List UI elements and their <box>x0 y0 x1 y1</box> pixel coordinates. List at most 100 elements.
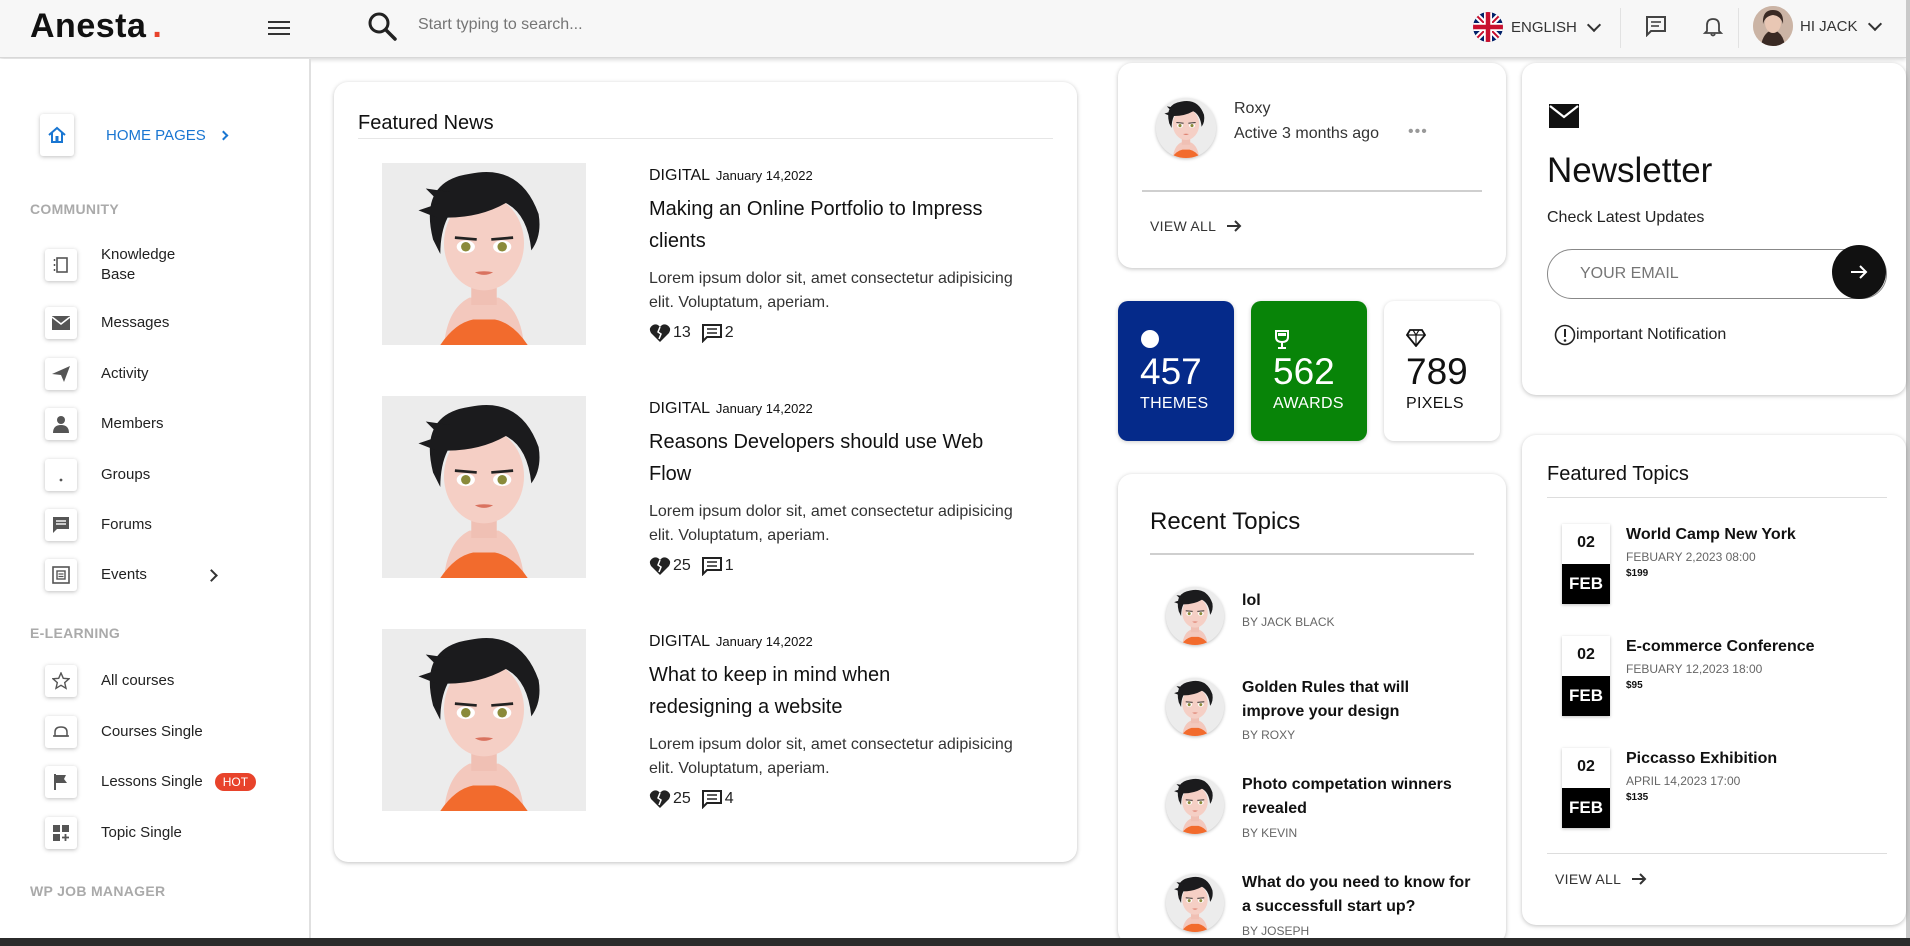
sidebar-item-courses-single[interactable]: Courses Single <box>45 716 295 748</box>
event-date-badge: 02 FEB <box>1562 524 1610 604</box>
person-icon <box>45 408 77 440</box>
newsletter-subtitle: Check Latest Updates <box>1547 209 1705 226</box>
groups-icon <box>45 459 77 491</box>
event-item[interactable]: 02 FEB Piccasso Exhibition APRIL 14,2023… <box>1562 748 1882 828</box>
view-all-topics-link[interactable]: VIEW ALL <box>1555 871 1647 887</box>
sidebar-item-lessons-single[interactable]: Lessons Single HOT <box>45 766 295 798</box>
stat-label: THEMES <box>1140 395 1209 412</box>
news-date: January 14,2022 <box>715 168 813 183</box>
news-category: DIGITAL <box>649 400 710 417</box>
hot-badge: HOT <box>214 773 257 791</box>
news-item[interactable]: DIGITAL January 14,2022 What to keep in … <box>382 629 1042 814</box>
top-bar: Anesta. ENGLISH HI JACK <box>0 0 1906 58</box>
stat-value: 562 <box>1273 351 1335 392</box>
topic-title[interactable]: lol <box>1242 589 1472 613</box>
more-options-icon[interactable]: ••• <box>1408 123 1428 141</box>
sidebar-item-activity[interactable]: Activity <box>45 358 295 390</box>
stat-value: 789 <box>1406 351 1468 392</box>
news-item[interactable]: DIGITAL January 14,2022 Reasons Develope… <box>382 396 1042 581</box>
chat-icon[interactable] <box>1645 15 1667 38</box>
subscribe-button[interactable] <box>1832 245 1886 299</box>
sidebar-item-label: Messages <box>101 314 170 331</box>
event-month: FEB <box>1562 676 1610 716</box>
stat-label: AWARDS <box>1273 395 1344 412</box>
topic-author: BY JACK BLACK <box>1242 615 1335 629</box>
info-icon <box>1554 324 1576 346</box>
event-item[interactable]: 02 FEB World Camp New York FEBUARY 2,202… <box>1562 524 1882 604</box>
brand-logo[interactable]: Anesta. <box>30 7 162 46</box>
news-stats: 25 4 <box>649 789 734 809</box>
likes-count: 13 <box>673 324 691 341</box>
newsletter-title: Newsletter <box>1547 151 1713 190</box>
member-name[interactable]: Roxy <box>1234 100 1270 118</box>
event-price: $199 <box>1626 568 1649 579</box>
comment-icon <box>701 324 722 343</box>
sidebar-item-topic-single[interactable]: Topic Single <box>45 817 295 849</box>
news-title[interactable]: What to keep in mind when redesigning a … <box>649 659 989 723</box>
news-title[interactable]: Making an Online Portfolio to Impress cl… <box>649 193 989 257</box>
stat-tile-awards[interactable]: 562 AWARDS <box>1251 301 1367 441</box>
topic-author: BY JOSEPH <box>1242 924 1310 938</box>
sidebar-item-label: Groups <box>101 466 151 483</box>
comments-count: 1 <box>724 557 734 574</box>
stat-value: 457 <box>1140 351 1202 392</box>
topic-title[interactable]: What do you need to know for a successfu… <box>1242 871 1472 919</box>
user-greeting: HI JACK <box>1800 17 1858 35</box>
heart-broken-icon <box>649 324 671 342</box>
divider <box>1150 553 1474 555</box>
stat-tile-pixels[interactable]: 789 PIXELS <box>1384 301 1500 441</box>
featured-news-card: Featured News DIGITAL January 14,2022 Ma… <box>334 82 1077 862</box>
sidebar-item-knowledge-base[interactable]: Knowledge Base <box>45 245 295 285</box>
event-title[interactable]: World Camp New York <box>1626 526 1796 544</box>
topic-title[interactable]: Golden Rules that will improve your desi… <box>1242 676 1472 724</box>
user-menu[interactable]: HI JACK <box>1753 5 1882 47</box>
chevron-down-icon <box>1586 17 1601 32</box>
stat-tile-themes[interactable]: 457 THEMES <box>1118 301 1234 441</box>
event-title[interactable]: Piccasso Exhibition <box>1626 750 1777 768</box>
sidebar-item-label: Members <box>101 415 164 432</box>
sidebar-item-forums[interactable]: Forums <box>45 509 295 541</box>
news-title[interactable]: Reasons Developers should use Web Flow <box>649 426 989 490</box>
section-wp-job-manager: WP JOB MANAGER <box>30 883 166 899</box>
event-datetime: FEBUARY 2,2023 08:00 <box>1626 550 1756 564</box>
comment-icon <box>701 790 722 809</box>
divider <box>1738 8 1739 48</box>
event-month: FEB <box>1562 564 1610 604</box>
news-thumbnail[interactable] <box>382 163 586 345</box>
comments-count: 2 <box>724 324 734 341</box>
member-card: Roxy Active 3 months ago ••• VIEW ALL <box>1118 63 1506 268</box>
hamburger-menu-icon[interactable] <box>268 17 290 35</box>
flag-icon <box>45 766 77 798</box>
news-stats: 25 1 <box>649 556 734 576</box>
sidebar-item-all-courses[interactable]: All courses <box>45 665 295 697</box>
sidebar-item-groups[interactable]: Groups <box>45 459 295 491</box>
bell-icon[interactable] <box>1702 15 1724 37</box>
sidebar-item-members[interactable]: Members <box>45 408 295 440</box>
search-input[interactable] <box>418 12 918 38</box>
topic-author: BY KEVIN <box>1242 826 1298 840</box>
language-selector[interactable]: ENGLISH <box>1473 12 1601 42</box>
news-item[interactable]: DIGITAL January 14,2022 Making an Online… <box>382 163 1042 348</box>
recent-topics-title: Recent Topics <box>1150 508 1301 535</box>
event-day: 02 <box>1577 758 1595 775</box>
newsletter-card: Newsletter Check Latest Updates importan… <box>1522 63 1906 395</box>
event-price: $95 <box>1626 680 1643 691</box>
member-avatar[interactable] <box>1156 98 1216 158</box>
news-stats: 13 2 <box>649 323 734 343</box>
view-all-members-link[interactable]: VIEW ALL <box>1150 218 1242 234</box>
search-icon[interactable] <box>366 10 398 42</box>
sidebar-item-events[interactable]: Events <box>45 559 295 591</box>
book-icon <box>45 249 77 281</box>
event-price: $135 <box>1626 792 1649 803</box>
event-title[interactable]: E-commerce Conference <box>1626 638 1815 656</box>
event-item[interactable]: 02 FEB E-commerce Conference FEBUARY 12,… <box>1562 636 1882 716</box>
grid-plus-icon <box>45 817 77 849</box>
sidebar-item-messages[interactable]: Messages <box>45 307 295 339</box>
topic-title[interactable]: Photo competation winners revealed <box>1242 773 1472 821</box>
news-thumbnail[interactable] <box>382 396 586 578</box>
divider <box>1142 190 1482 192</box>
notification-text: important Notification <box>1576 326 1727 343</box>
scrollbar[interactable] <box>1906 0 1910 946</box>
news-thumbnail[interactable] <box>382 629 586 811</box>
sidebar-item-home-pages[interactable]: HOME PAGES <box>40 114 229 156</box>
